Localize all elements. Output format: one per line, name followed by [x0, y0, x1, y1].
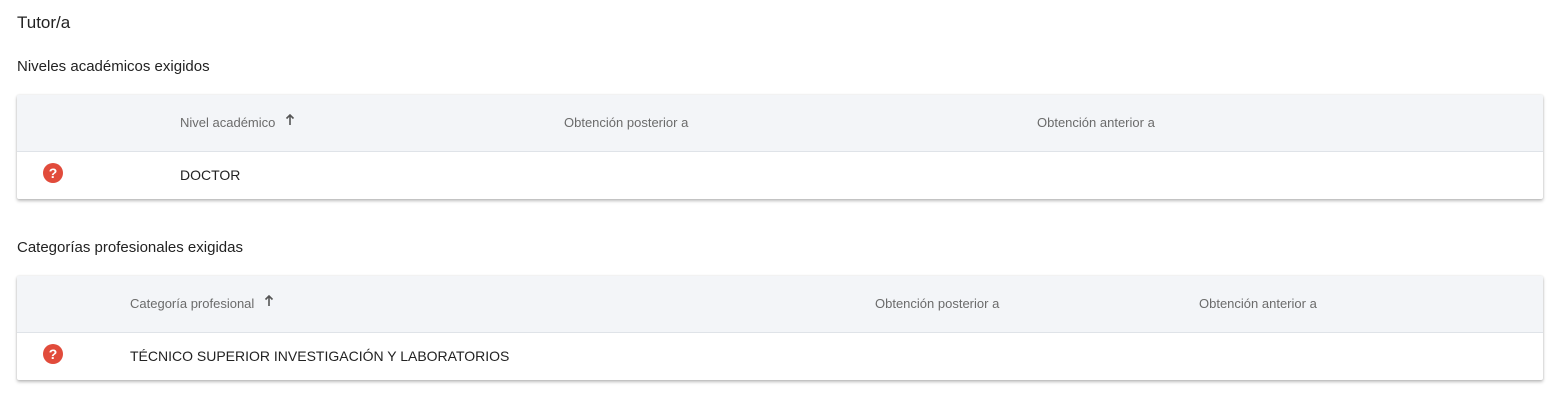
table-row: ? DOCTOR [17, 152, 1543, 199]
column-header-label: Nivel académico [180, 115, 276, 130]
table-header: Nivel académico Obtención posterior a Ob… [17, 95, 1543, 152]
page-title: Tutor/a [17, 13, 71, 32]
help-icon[interactable]: ? [43, 344, 63, 364]
professional-section-title: Categorías profesionales exigidas [17, 239, 243, 256]
sort-ascending-icon[interactable] [264, 276, 274, 331]
column-header-label: Categoría profesional [130, 296, 255, 311]
help-icon[interactable]: ? [43, 163, 63, 183]
column-header-nivel-academico[interactable]: Nivel académico [180, 95, 295, 151]
sort-ascending-icon[interactable] [285, 95, 295, 150]
table-row: ? TÉCNICO SUPERIOR INVESTIGACIÓN Y LABOR… [17, 333, 1543, 380]
column-header-obtencion-posterior[interactable]: Obtención posterior a [875, 276, 999, 332]
professional-categories-table: Categoría profesional Obtención posterio… [17, 276, 1543, 380]
column-header-obtencion-anterior[interactable]: Obtención anterior a [1037, 95, 1155, 151]
page: Tutor/a Niveles académicos exigidos Nive… [0, 0, 1556, 405]
table-header: Categoría profesional Obtención posterio… [17, 276, 1543, 333]
column-header-obtencion-posterior[interactable]: Obtención posterior a [564, 95, 688, 151]
academic-levels-table: Nivel académico Obtención posterior a Ob… [17, 95, 1543, 199]
cell-categoria-profesional: TÉCNICO SUPERIOR INVESTIGACIÓN Y LABORAT… [130, 348, 510, 364]
column-header-categoria-profesional[interactable]: Categoría profesional [130, 276, 274, 332]
academic-section-title: Niveles académicos exigidos [17, 58, 210, 75]
cell-nivel-academico: DOCTOR [180, 167, 241, 183]
column-header-obtencion-anterior[interactable]: Obtención anterior a [1199, 276, 1317, 332]
